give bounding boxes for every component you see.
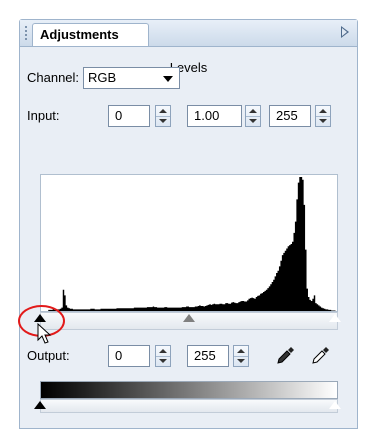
stepper-down-icon[interactable] <box>246 116 260 126</box>
tab-adjustments[interactable]: Adjustments <box>32 23 149 46</box>
output-black-point-handle[interactable] <box>34 401 46 409</box>
mouse-cursor-icon <box>37 323 52 344</box>
output-black-field[interactable]: 0 <box>108 345 150 367</box>
output-levels-slider[interactable] <box>40 399 338 413</box>
stepper-down-icon[interactable] <box>316 116 330 126</box>
input-label: Input: <box>27 108 60 123</box>
histogram <box>40 174 338 312</box>
input-gamma-handle[interactable] <box>183 314 195 322</box>
black-eyedropper-icon[interactable] <box>275 346 295 366</box>
stepper-down-icon[interactable] <box>156 356 170 366</box>
output-white-stepper[interactable] <box>233 345 249 367</box>
channel-select-value: RGB <box>88 70 117 85</box>
input-black-field[interactable]: 0 <box>108 105 150 127</box>
input-gamma-field[interactable]: 1.00 <box>187 105 242 127</box>
panel-grip[interactable] <box>25 26 27 40</box>
output-white-field[interactable]: 255 <box>187 345 229 367</box>
input-white-point-handle[interactable] <box>328 313 342 323</box>
input-gamma-stepper[interactable] <box>245 105 261 127</box>
output-white-point-handle[interactable] <box>328 400 342 410</box>
channel-select[interactable]: RGB <box>83 67 180 89</box>
histogram-area <box>41 177 337 311</box>
channel-label: Channel: <box>27 70 80 85</box>
chevron-down-icon <box>163 76 173 82</box>
panel-menu-arrow-icon[interactable] <box>341 26 349 38</box>
stepper-down-icon[interactable] <box>234 356 248 366</box>
stepper-down-icon[interactable] <box>156 116 170 126</box>
output-label: Output: <box>27 348 70 363</box>
white-eyedropper-icon[interactable] <box>310 346 330 366</box>
input-white-field[interactable]: 255 <box>269 105 311 127</box>
output-gradient-bar <box>40 381 338 399</box>
histogram-graph <box>41 177 337 311</box>
input-white-stepper[interactable] <box>315 105 331 127</box>
tab-strip: Adjustments <box>20 20 357 47</box>
input-black-stepper[interactable] <box>155 105 171 127</box>
output-black-stepper[interactable] <box>155 345 171 367</box>
